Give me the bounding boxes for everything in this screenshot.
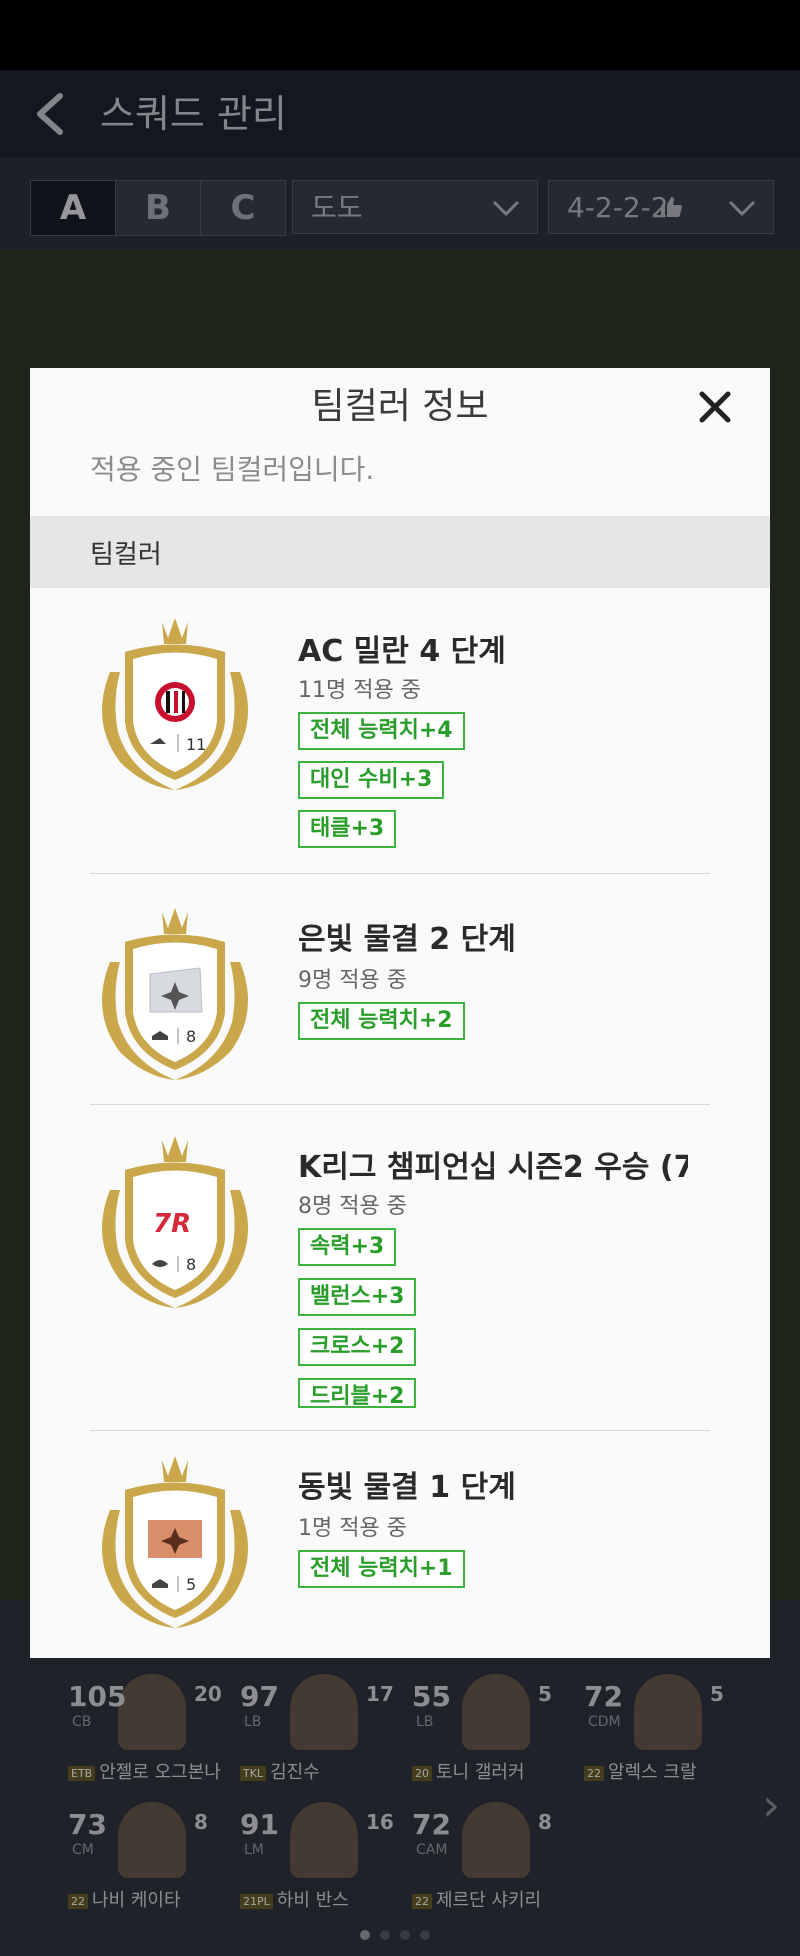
team-color-count: 1명 적용 중: [298, 1516, 407, 1541]
stat-tag: 태클+3: [298, 810, 397, 848]
silver-wave-crest-icon: 8: [102, 908, 248, 1080]
stat-tag: 드리블+2: [298, 1378, 417, 1408]
team-color-item: 7R 8 K리그 챔피언십 시즌2 우승 (7 8명 적용 중 속력+3 밸런스…: [90, 1130, 710, 1431]
section-header: 팀컬러: [30, 516, 770, 588]
stat-tag: 크로스+2: [298, 1328, 417, 1366]
divider: [90, 1104, 710, 1105]
stat-tag: 전체 능력치+4: [298, 712, 465, 750]
stat-tag: 속력+3: [298, 1228, 397, 1266]
team-color-modal: 팀컬러 정보 적용 중인 팀컬러입니다. 팀컬러 11 AC 밀란 4 단계 1…: [30, 368, 770, 1658]
bronze-wave-crest-icon: 5: [102, 1456, 248, 1628]
team-color-item: 11 AC 밀란 4 단계 11명 적용 중 전체 능력치+4 대인 수비+3 …: [90, 612, 710, 874]
crest-count: 11: [186, 735, 206, 754]
stat-tag: 대인 수비+3: [298, 761, 445, 799]
stat-tag: 전체 능력치+1: [298, 1550, 465, 1588]
team-color-count: 8명 적용 중: [298, 1194, 407, 1219]
stat-tag: 전체 능력치+2: [298, 1002, 465, 1040]
crest-logo-text: 7R: [153, 1209, 191, 1239]
team-color-item: 5 동빛 물결 1 단계 1명 적용 중 전체 능력치+1: [90, 1450, 710, 1650]
team-color-name: 동빛 물결 1 단계: [298, 1470, 516, 1505]
team-color-item: 8 은빛 물결 2 단계 9명 적용 중 전체 능력치+2: [90, 902, 710, 1105]
modal-subtitle: 적용 중인 팀컬러입니다.: [90, 453, 375, 486]
crest-count: 5: [186, 1575, 196, 1594]
crest-count: 8: [186, 1255, 196, 1274]
team-color-name: 은빛 물결 2 단계: [298, 922, 516, 957]
kleague-crest-icon: 7R 8: [102, 1136, 248, 1308]
team-color-name: AC 밀란 4 단계: [298, 634, 506, 669]
modal-title: 팀컬러 정보: [311, 386, 489, 427]
team-color-count: 11명 적용 중: [298, 678, 421, 703]
divider: [90, 873, 710, 874]
team-color-count: 9명 적용 중: [298, 968, 407, 993]
close-icon[interactable]: [690, 382, 740, 432]
crest-count: 8: [186, 1027, 196, 1046]
divider: [90, 1430, 710, 1431]
ac-milan-crest-icon: 11: [102, 618, 248, 790]
section-label: 팀컬러: [90, 540, 162, 570]
team-color-name: K리그 챔피언십 시즌2 우승 (7: [298, 1150, 688, 1185]
stat-tag: 밸런스+3: [298, 1278, 417, 1316]
